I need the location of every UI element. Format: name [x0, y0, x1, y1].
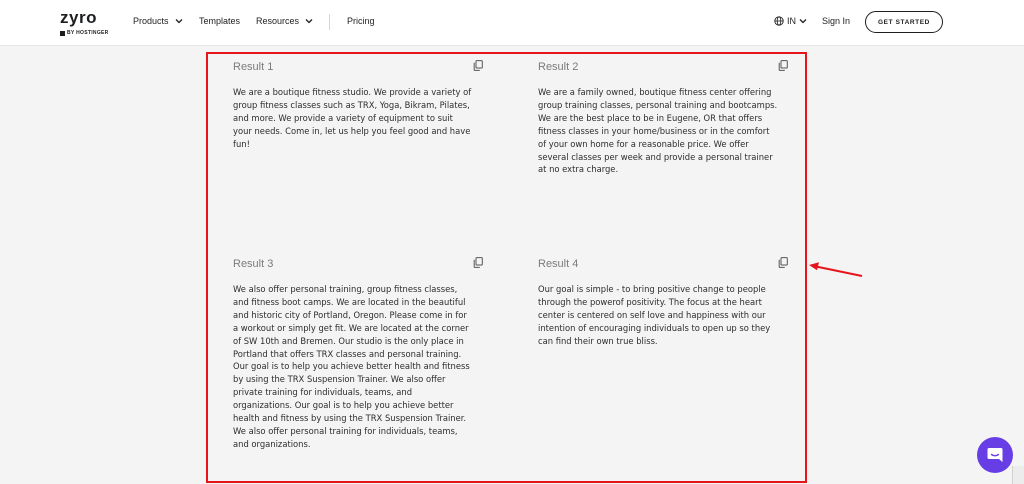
nav-pricing-label: Pricing — [347, 16, 375, 26]
logo-byline: BY HOSTINGER — [60, 30, 109, 36]
chat-button[interactable] — [977, 437, 1013, 473]
language-selector[interactable]: IN — [774, 16, 807, 26]
copy-icon[interactable] — [778, 60, 788, 71]
chat-icon — [987, 448, 1003, 462]
result-text: Our goal is simple - to bring positive c… — [538, 284, 771, 346]
chevron-down-icon — [799, 19, 807, 24]
result-title: Result 4 — [538, 258, 579, 270]
result-text: We also offer personal training, group f… — [233, 284, 470, 449]
nav-products[interactable]: Products — [133, 16, 183, 26]
result-title: Result 2 — [538, 61, 579, 73]
result-title: Result 3 — [233, 258, 274, 270]
sign-in-link[interactable]: Sign In — [822, 16, 850, 26]
copy-icon[interactable] — [778, 257, 788, 268]
result-card-3: Result 3 We also offer personal training… — [233, 257, 483, 451]
annotation-arrow-icon — [809, 262, 863, 277]
globe-icon — [774, 16, 784, 26]
result-text: We are a family owned, boutique fitness … — [538, 87, 778, 175]
nav-divider — [329, 14, 330, 30]
copy-icon[interactable] — [473, 60, 483, 71]
logo-wordmark: zyro — [60, 8, 97, 27]
result-text: We are a boutique fitness studio. We pro… — [233, 87, 472, 149]
logo-byline-text: BY HOSTINGER — [67, 30, 109, 36]
chevron-down-icon — [305, 19, 313, 24]
chevron-down-icon — [175, 19, 182, 24]
language-label: IN — [787, 16, 796, 26]
result-title: Result 1 — [233, 61, 274, 73]
result-card-1: Result 1 We are a boutique fitness studi… — [233, 60, 483, 151]
nav-pricing[interactable]: Pricing — [347, 16, 375, 26]
result-card-4: Result 4 Our goal is simple - to bring p… — [538, 257, 788, 348]
nav-templates-label: Templates — [199, 16, 241, 26]
nav-resources-label: Resources — [256, 16, 300, 26]
zyro-logo[interactable]: zyro BY HOSTINGER — [60, 9, 110, 39]
result-card-2: Result 2 We are a family owned, boutique… — [538, 60, 788, 176]
top-navbar: zyro BY HOSTINGER Products Templates Res… — [0, 0, 1024, 46]
recaptcha-badge — [1012, 466, 1024, 484]
get-started-button[interactable]: GET STARTED — [865, 11, 943, 33]
nav-products-label: Products — [133, 16, 169, 26]
copy-icon[interactable] — [473, 257, 483, 268]
nav-resources[interactable]: Resources — [256, 16, 313, 26]
hostinger-mark-icon — [60, 30, 65, 36]
results-panel: Result 1 We are a boutique fitness studi… — [206, 52, 807, 483]
nav-templates[interactable]: Templates — [199, 16, 240, 26]
